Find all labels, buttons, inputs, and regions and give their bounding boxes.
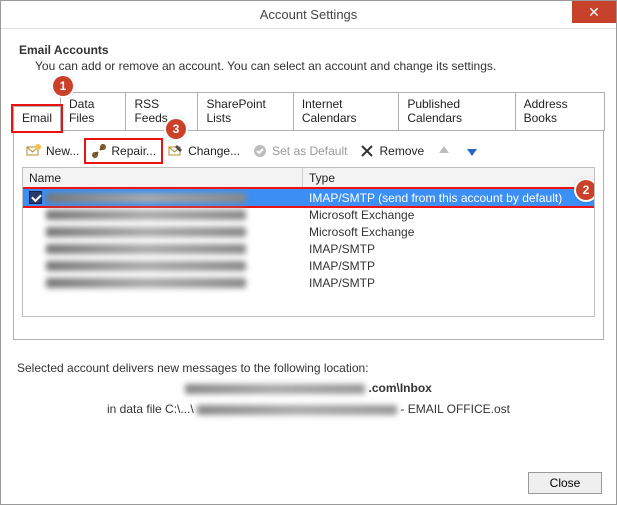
delivery-line1: Selected account delivers new messages t…: [17, 358, 600, 378]
tab-strip: Email Data Files RSS Feeds SharePoint Li…: [13, 91, 604, 130]
obscured-name: [46, 261, 246, 271]
default-account-icon: [29, 191, 42, 204]
tab-published-calendars[interactable]: Published Calendars: [398, 92, 515, 131]
section-title: Email Accounts: [19, 43, 604, 57]
set-default-button: Set as Default: [248, 141, 351, 161]
obscured-file: [197, 405, 397, 415]
row-type: IMAP/SMTP (send from this account by def…: [303, 191, 594, 205]
footer: Close: [528, 472, 602, 494]
table-row[interactable]: IMAP/SMTP: [23, 240, 594, 257]
table-row[interactable]: Microsoft Exchange: [23, 206, 594, 223]
new-button[interactable]: New...: [22, 141, 83, 161]
delivery-info: Selected account delivers new messages t…: [17, 358, 600, 419]
accounts-list: Name Type 2 IMAP/SMTP (send from this ac…: [22, 167, 595, 317]
table-row[interactable]: Microsoft Exchange: [23, 223, 594, 240]
tab-address-books[interactable]: Address Books: [515, 92, 605, 131]
repair-button[interactable]: Repair...: [87, 141, 160, 161]
delivery-line3-prefix: in data file C:\...\: [107, 402, 194, 416]
delivery-line3-suffix: - EMAIL OFFICE.ost: [400, 402, 510, 416]
window-close-button[interactable]: ✕: [572, 1, 616, 23]
row-type: IMAP/SMTP: [303, 276, 594, 290]
section-subtitle: You can add or remove an account. You ca…: [35, 59, 604, 73]
list-header: Name Type: [23, 168, 594, 189]
table-row[interactable]: IMAP/SMTP: [23, 274, 594, 291]
row-type: Microsoft Exchange: [303, 208, 594, 222]
obscured-name: [46, 278, 246, 288]
callout-3: 3: [166, 119, 186, 139]
close-button[interactable]: Close: [528, 472, 602, 494]
change-icon: [168, 143, 184, 159]
table-row[interactable]: IMAP/SMTP: [23, 257, 594, 274]
tab-panel-email: 3 New... Repair... Change...: [13, 130, 604, 340]
delivery-path-suffix: .com\Inbox: [369, 381, 432, 395]
tab-sharepoint-lists[interactable]: SharePoint Lists: [197, 92, 293, 131]
arrow-down-icon: [464, 143, 480, 159]
tab-internet-calendars[interactable]: Internet Calendars: [293, 92, 400, 131]
move-up-button: [432, 141, 456, 161]
repair-icon: [91, 143, 107, 159]
tab-rss-feeds[interactable]: RSS Feeds: [125, 92, 198, 131]
new-mail-icon: [26, 143, 42, 159]
window: Account Settings ✕ Email Accounts You ca…: [0, 0, 617, 505]
obscured-path: [185, 384, 365, 394]
obscured-name: [46, 227, 246, 237]
obscured-name: [46, 193, 246, 203]
row-type: Microsoft Exchange: [303, 225, 594, 239]
toolbar: New... Repair... Change... Set as Defaul…: [22, 139, 595, 167]
titlebar: Account Settings ✕: [1, 1, 616, 29]
callout-1: 1: [53, 76, 73, 96]
remove-button[interactable]: Remove: [355, 141, 428, 161]
move-down-button[interactable]: [460, 141, 484, 161]
remove-icon: [359, 143, 375, 159]
close-icon: ✕: [588, 5, 600, 19]
window-title: Account Settings: [260, 7, 358, 22]
row-type: IMAP/SMTP: [303, 259, 594, 273]
list-body: IMAP/SMTP (send from this account by def…: [23, 189, 594, 291]
row-type: IMAP/SMTP: [303, 242, 594, 256]
callout-2: 2: [576, 180, 595, 200]
tab-email[interactable]: Email: [13, 106, 61, 131]
tab-data-files[interactable]: Data Files: [60, 92, 126, 131]
col-header-type[interactable]: Type: [303, 168, 594, 188]
content: Email Accounts You can add or remove an …: [1, 29, 616, 429]
change-button[interactable]: Change...: [164, 141, 244, 161]
arrow-up-icon: [436, 143, 452, 159]
check-circle-icon: [252, 143, 268, 159]
table-row[interactable]: IMAP/SMTP (send from this account by def…: [23, 189, 594, 206]
obscured-name: [46, 244, 246, 254]
col-header-name[interactable]: Name: [23, 168, 303, 188]
obscured-name: [46, 210, 246, 220]
